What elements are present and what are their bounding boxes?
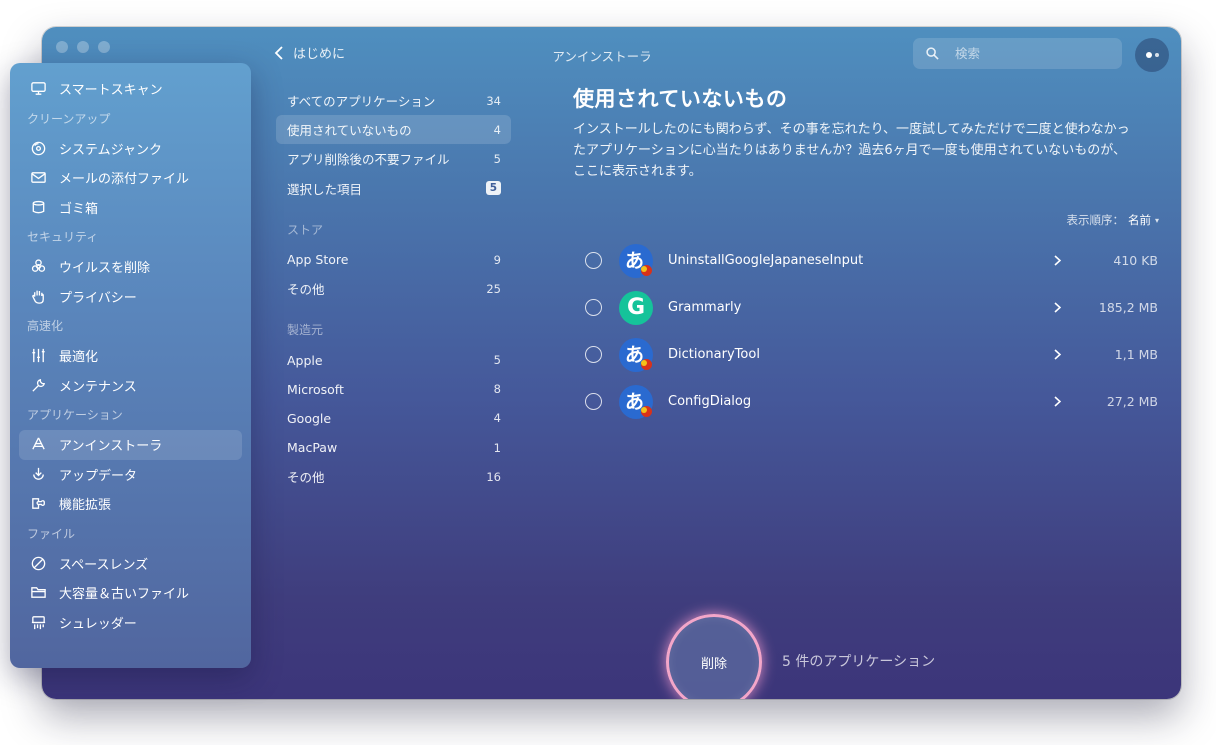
extensions-icon xyxy=(29,495,47,513)
category-all-apps[interactable]: すべてのアプリケーション 34 xyxy=(276,86,511,115)
uninstaller-icon xyxy=(29,436,47,454)
wrench-icon xyxy=(29,376,47,394)
google-ime-icon: あ xyxy=(619,384,653,419)
sidebar-item-uninstaller[interactable]: アンインストーラ xyxy=(19,430,242,460)
chevron-left-icon xyxy=(274,45,283,60)
page-title: 使用されていないもの xyxy=(573,87,788,111)
biohazard-icon xyxy=(29,258,47,276)
app-name: ConfigDialog xyxy=(668,394,752,409)
app-select-radio[interactable] xyxy=(585,346,602,363)
app-name: UninstallGoogleJapaneseInput xyxy=(668,253,864,268)
section-title-applications: アプリケーション xyxy=(27,408,123,422)
category-unused[interactable]: 使用されていないもの 4 xyxy=(276,115,511,145)
category-app-store[interactable]: App Store 9 xyxy=(276,245,511,274)
disc-icon xyxy=(29,139,47,157)
search-input[interactable] xyxy=(955,46,1105,61)
category-google[interactable]: Google 4 xyxy=(276,404,511,433)
search-icon xyxy=(926,47,939,60)
close-window-button[interactable] xyxy=(56,41,68,53)
hand-icon xyxy=(29,287,47,305)
category-vendor-other[interactable]: その他 16 xyxy=(276,462,511,491)
sidebar-item-system-junk[interactable]: システムジャンク xyxy=(19,134,242,164)
category-selected[interactable]: 選択した項目 5 xyxy=(276,174,511,203)
app-select-radio[interactable] xyxy=(585,252,602,269)
sidebar-item-large-old-files[interactable]: 大容量＆古いファイル xyxy=(19,578,242,608)
section-title-files: ファイル xyxy=(27,526,76,541)
chevron-right-icon[interactable] xyxy=(1054,251,1064,270)
lens-icon xyxy=(29,554,47,572)
search-box[interactable] xyxy=(913,38,1122,69)
section-title-cleanup: クリーンアップ xyxy=(27,111,111,126)
sort-label: 表示順序： xyxy=(1066,213,1124,227)
chevron-right-icon[interactable] xyxy=(1054,345,1064,364)
chevron-right-icon[interactable] xyxy=(1054,298,1064,317)
sort-value: 名前 xyxy=(1127,213,1151,227)
assistant-dot-small-icon xyxy=(1154,53,1159,57)
sidebar-item-space-lens[interactable]: スペースレンズ xyxy=(19,549,242,579)
section-title-speed: 高速化 xyxy=(27,319,64,333)
category-microsoft[interactable]: Microsoft 8 xyxy=(276,375,511,404)
sliders-icon xyxy=(29,347,47,365)
app-size: 185,2 MB xyxy=(1098,300,1158,315)
shredder-icon xyxy=(29,613,47,631)
caret-down-icon: ▾ xyxy=(1154,215,1159,225)
sidebar-item-remove-virus[interactable]: ウイルスを削除 xyxy=(19,252,242,282)
sidebar-item-trash[interactable]: ゴミ箱 xyxy=(19,193,242,223)
app-row[interactable]: あ UninstallGoogleJapaneseInput 410 KB xyxy=(577,237,1161,284)
google-ime-icon: あ xyxy=(619,243,653,278)
trash-icon xyxy=(29,198,47,216)
zoom-window-button[interactable] xyxy=(98,41,110,53)
selection-summary: 5 件のアプリケーション xyxy=(782,654,936,670)
app-size: 27,2 MB xyxy=(1106,394,1158,409)
envelope-icon xyxy=(29,169,47,187)
sidebar-item-mail-attachments[interactable]: メールの添付ファイル xyxy=(19,163,242,193)
vendor-section-title: 製造元 xyxy=(287,323,324,338)
app-select-radio[interactable] xyxy=(585,299,602,316)
app-select-radio[interactable] xyxy=(585,393,602,410)
google-ime-icon: あ xyxy=(619,337,653,372)
app-size: 410 KB xyxy=(1113,253,1158,268)
sidebar-item-maintenance[interactable]: メンテナンス xyxy=(19,371,242,401)
app-row[interactable]: あ ConfigDialog 27,2 MB xyxy=(577,378,1161,425)
sort-control[interactable]: 表示順序： 名前 ▾ xyxy=(1066,212,1159,228)
sidebar-item-updater[interactable]: アップデータ xyxy=(19,460,242,490)
app-size: 1,1 MB xyxy=(1114,347,1158,362)
category-list: すべてのアプリケーション 34 使用されていないもの 4 アプリ削除後の不要ファ… xyxy=(276,86,511,491)
category-leftovers[interactable]: アプリ削除後の不要ファイル 5 xyxy=(276,144,511,173)
category-apple[interactable]: Apple 5 xyxy=(276,346,511,375)
remove-button[interactable]: 削除 xyxy=(666,614,762,699)
app-row[interactable]: あ DictionaryTool 1,1 MB xyxy=(577,331,1161,378)
sidebar-item-privacy[interactable]: プライバシー xyxy=(19,282,242,312)
section-title-security: セキュリティ xyxy=(27,230,99,244)
assistant-button[interactable] xyxy=(1135,38,1169,72)
back-label: はじめに xyxy=(293,47,346,62)
grammarly-icon: G xyxy=(619,290,653,325)
back-button[interactable]: はじめに xyxy=(274,43,345,62)
sidebar-item-extensions[interactable]: 機能拡張 xyxy=(19,489,242,519)
chevron-right-icon[interactable] xyxy=(1054,392,1064,411)
category-macpaw[interactable]: MacPaw 1 xyxy=(276,433,511,462)
sidebar-item-shredder[interactable]: シュレッダー xyxy=(19,608,242,638)
sidebar-item-smart-scan[interactable]: スマートスキャン xyxy=(19,74,242,104)
minimize-window-button[interactable] xyxy=(77,41,89,53)
sidebar-item-optimization[interactable]: 最適化 xyxy=(19,341,242,371)
updater-icon xyxy=(29,465,47,483)
window-controls xyxy=(56,41,110,53)
assistant-dot-icon xyxy=(1145,52,1152,58)
folder-icon xyxy=(29,584,47,602)
app-name: Grammarly xyxy=(668,300,742,315)
category-store-other[interactable]: その他 25 xyxy=(276,274,511,303)
window-title: アンインストーラ xyxy=(552,49,652,64)
store-section-title: ストア xyxy=(287,222,324,237)
app-row[interactable]: G Grammarly 185,2 MB xyxy=(577,284,1161,331)
sidebar: スマートスキャン クリーンアップ システムジャンク メールの添付ファイル ゴミ箱… xyxy=(10,63,251,668)
selected-count-badge: 5 xyxy=(485,181,501,196)
page-description: インストールしたのにも関わらず、その事を忘れたり、一度試してみただけで二度と使わ… xyxy=(573,122,1130,179)
app-list: あ UninstallGoogleJapaneseInput 410 KB G … xyxy=(577,237,1161,425)
monitor-icon xyxy=(29,80,47,98)
app-name: DictionaryTool xyxy=(668,347,760,362)
